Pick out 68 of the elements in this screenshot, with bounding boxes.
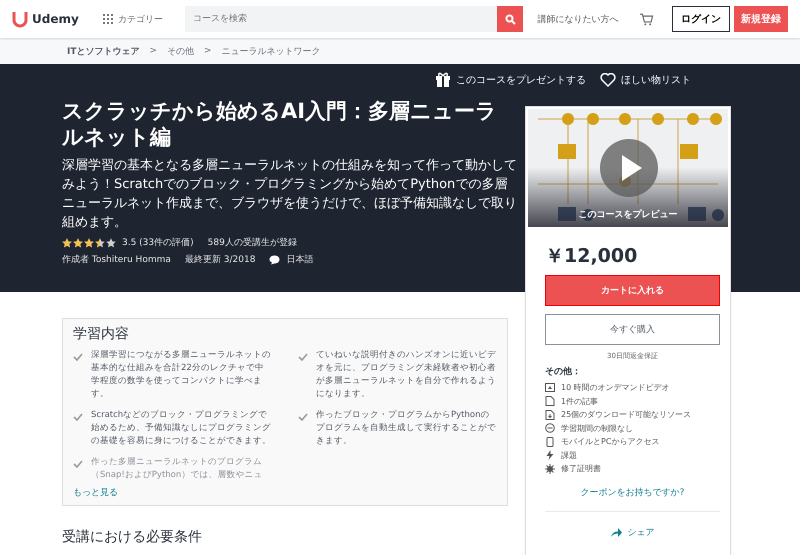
checkmark-icon: [298, 413, 308, 421]
teach-link[interactable]: 講師になりたい方へ: [537, 12, 618, 26]
author-text: 作成者 Toshiteru Homma: [62, 254, 171, 266]
star-icon: [106, 238, 116, 248]
section-title: 学習内容: [73, 325, 130, 343]
checkmark-icon: [298, 353, 308, 361]
learning-point: ていねいな説明付きのハンズオンに近いビデオを元に、プログラミング未経験者や初心者が多層ニューラルネットを自分で作れるようになります。: [316, 349, 497, 401]
learning-point: 作った多層ニューラルネットのプログラム（Snap!およびPython）では、層数やニュ: [91, 456, 264, 482]
logo-icon[interactable]: [12, 10, 28, 28]
signup-button[interactable]: 新規登録: [734, 6, 788, 32]
grid-icon: [102, 14, 113, 24]
learning-point: 作ったブロック・プログラムからPythonのプログラムを自動生成して実行することができます。: [316, 409, 497, 448]
login-button[interactable]: ログイン: [672, 6, 730, 32]
gift-icon: [435, 72, 451, 87]
search-icon: [504, 14, 516, 24]
video-icon: [545, 383, 555, 392]
checkmark-icon: [73, 413, 83, 421]
course-title: スクラッチから始めるAI入門：多層ニューラルネット編: [62, 98, 498, 150]
lightning-icon: [545, 450, 555, 460]
includes-item: 1件の記事: [561, 396, 598, 407]
logo-text[interactable]: Udemy: [32, 12, 79, 26]
breadcrumb-separator: >: [204, 46, 212, 56]
checkmark-icon: [73, 353, 83, 361]
includes-title: その他：: [545, 366, 582, 378]
includes-item: 25個のダウンロード可能なリソース: [561, 409, 692, 420]
search-field[interactable]: コースを検索: [184, 6, 498, 32]
includes-item: 10 時間のオンデマンドビデオ: [561, 382, 670, 394]
breadcrumb-separator: >: [150, 46, 158, 56]
course-description: 深層学習の基本となる多層ニューラルネットの仕組みを知って作って動かしてみよう！Scratchでのブロック・プログラミングから始めてPythonでの多層ニューラルネット作成まで、ブラウザを使うだけで、ほぼ予備知識なしで取り組めます。: [62, 157, 517, 232]
gift-link[interactable]: このコースをプレゼントする: [456, 72, 586, 86]
buy-now-button[interactable]: 今すぐ購入: [545, 314, 720, 345]
preview-label: このコースをプレビュー: [578, 208, 678, 221]
star-icon: [84, 238, 94, 248]
share-arrow-icon: [610, 528, 622, 536]
speech-bubble-icon: [269, 254, 280, 264]
share-link[interactable]: シェア: [545, 526, 720, 538]
breadcrumb-link[interactable]: ITとソフトウェア: [67, 44, 140, 58]
coupon-link[interactable]: クーポンをお持ちですか?: [545, 486, 720, 498]
breadcrumb-link[interactable]: ニューラルネットワーク: [222, 44, 321, 58]
star-icon: [95, 238, 105, 248]
includes-item: モバイルとPCからアクセス: [561, 436, 660, 448]
star-icon: [73, 238, 83, 248]
includes-item: 学習期間の制限なし: [561, 422, 633, 434]
includes-item: 課題: [561, 450, 577, 461]
price-text: ￥12,000: [545, 244, 638, 269]
heart-icon: [600, 72, 616, 86]
rating-text: 3.5 (33件の評価): [122, 236, 194, 249]
learning-point: 深層学習につながる多層ニューラルネットの基本的な仕組みを合計22分のレクチャで中学程度の数学を使ってコンパクトに学べます。: [91, 349, 272, 401]
search-button[interactable]: [497, 6, 524, 32]
cart-icon[interactable]: [640, 12, 654, 26]
learning-point: Scratchなどのブロック・プログラミングで始めるため、予備知識なしにプログラミングの基礎を容易に身につけることができます。: [91, 409, 272, 448]
show-more-link[interactable]: もっと見る: [73, 486, 497, 499]
student-count: 589人の受講生が登録: [208, 236, 297, 249]
wishlist-link[interactable]: ほしい物リスト: [621, 72, 691, 86]
video-preview[interactable]: このコースをプレビュー: [528, 109, 728, 227]
star-icon: [62, 238, 72, 248]
add-to-cart-button[interactable]: カートに入れる: [545, 275, 720, 306]
breadcrumb-link[interactable]: その他: [167, 44, 194, 58]
checkmark-icon: [73, 460, 83, 468]
document-icon: [545, 396, 555, 406]
play-icon[interactable]: [600, 139, 658, 197]
categories-button[interactable]: カテゴリー: [96, 12, 169, 26]
section-title: 受講における必要条件: [62, 528, 203, 546]
language-text: 日本語: [286, 254, 314, 266]
includes-item: 修了証明書: [561, 463, 601, 474]
file-icon: [545, 410, 555, 420]
updated-date: 最終更新 3/2018: [184, 254, 256, 266]
phone-icon: [545, 436, 555, 447]
